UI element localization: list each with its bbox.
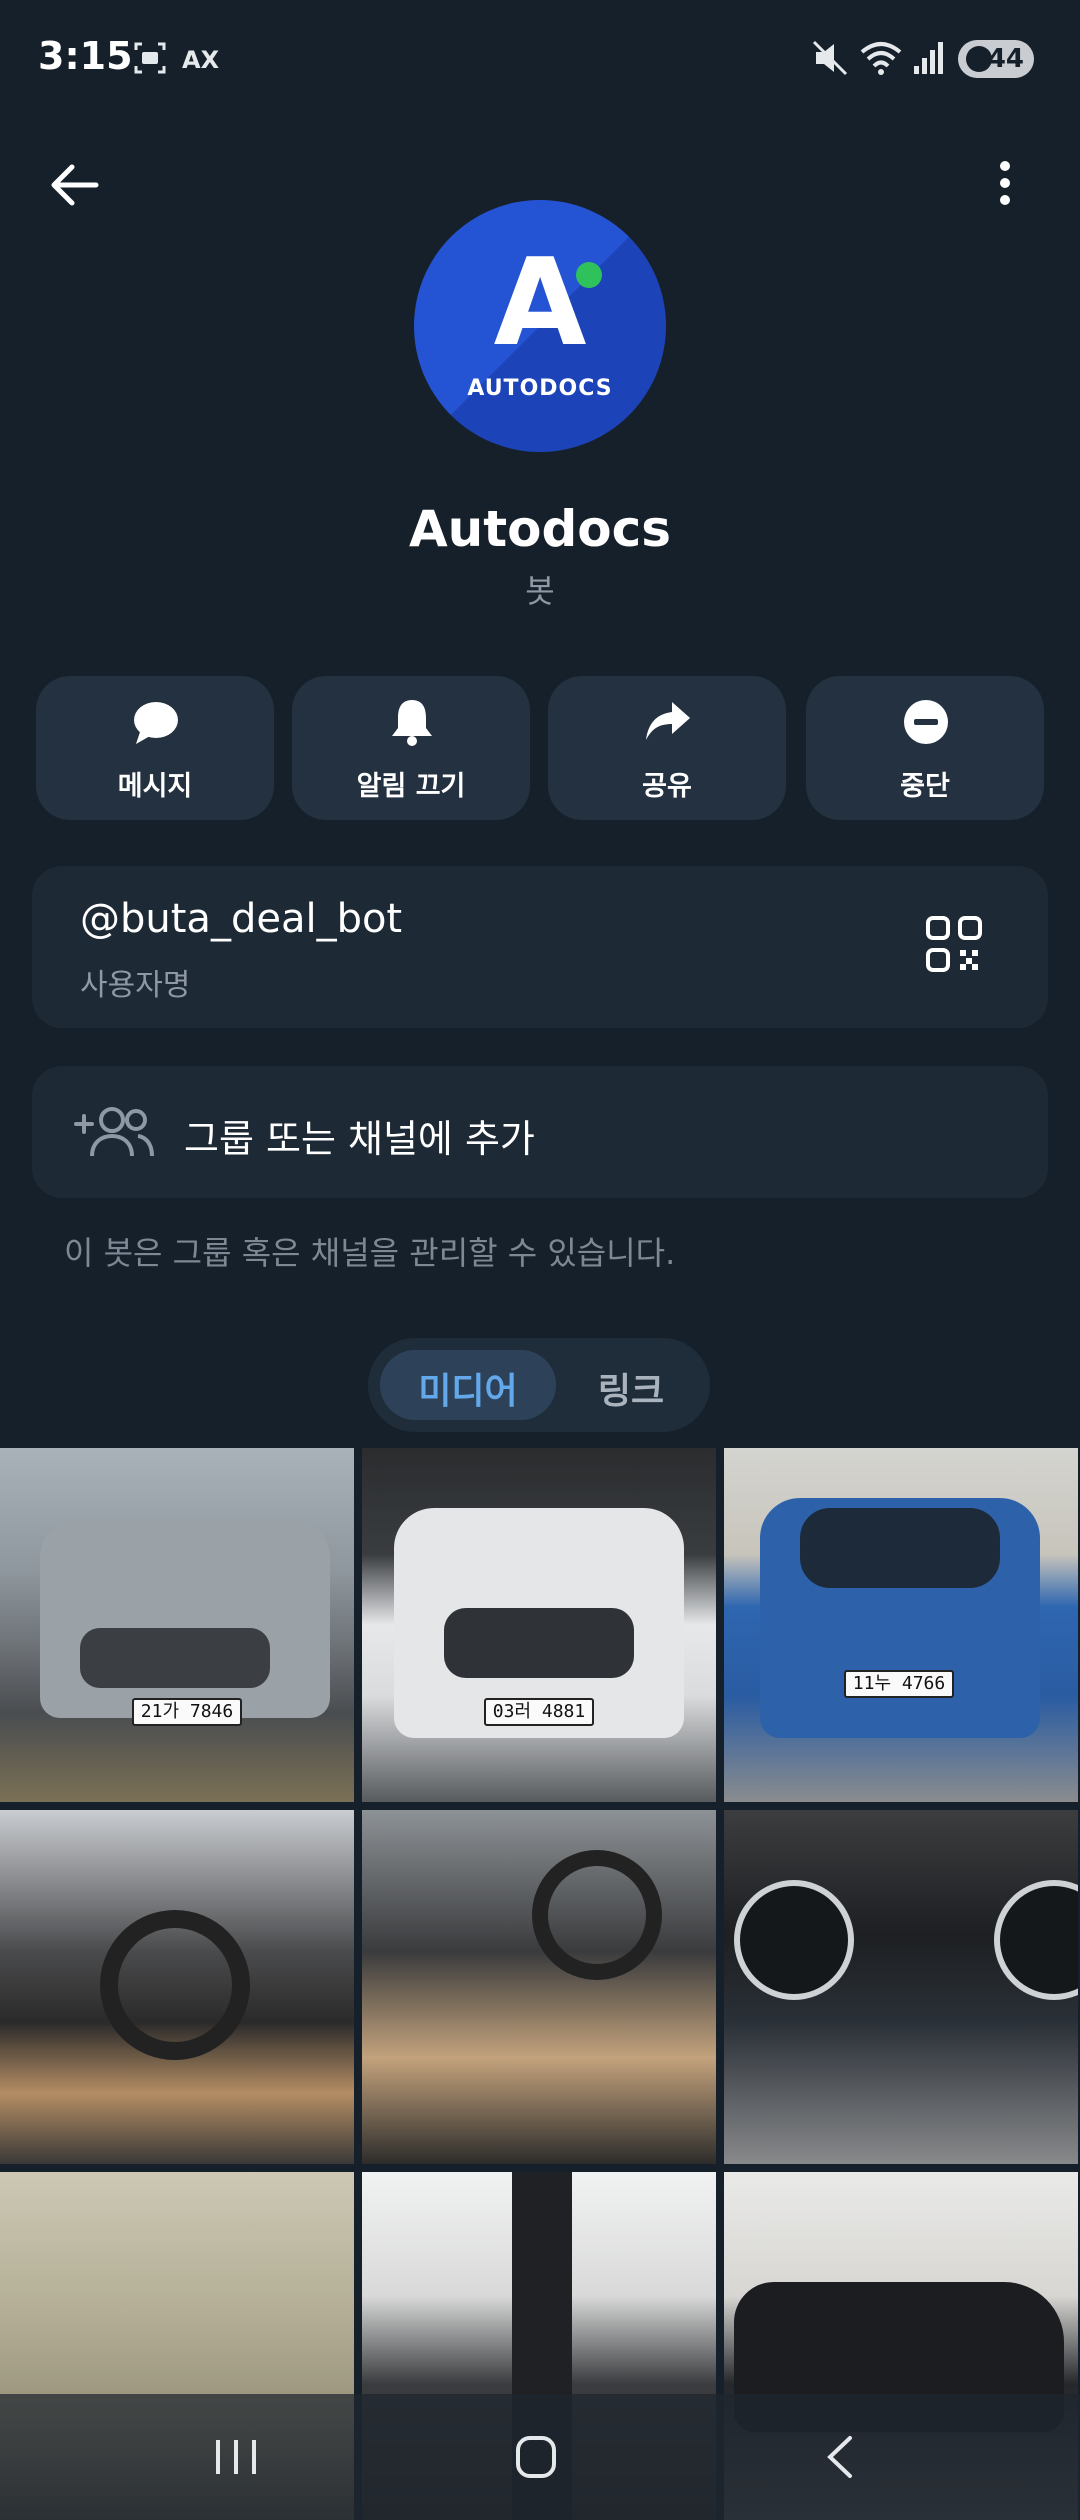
battery-level: 44 — [987, 44, 1024, 74]
gauge — [734, 1880, 854, 2000]
add-user-icon — [74, 1107, 154, 1157]
bot-profile-screen: 3:15 AX 44 A AUTODOCS Autodocs 봇 메시지 알림 … — [0, 0, 1080, 2520]
ax-indicator: AX — [182, 46, 220, 74]
online-dot — [576, 262, 602, 288]
battery-icon: 44 — [958, 40, 1034, 78]
signal-icon — [914, 42, 943, 74]
share-button[interactable]: 공유 — [548, 676, 786, 820]
steering-wheel — [100, 1910, 250, 2060]
system-nav-bar — [0, 2394, 1080, 2520]
media-tabs: 미디어 링크 — [368, 1338, 710, 1432]
share-icon — [646, 702, 690, 740]
username-value[interactable]: @buta_deal_bot — [80, 896, 402, 942]
media-thumbnail[interactable]: 11누 4766 — [724, 1448, 1078, 1802]
tab-links[interactable]: 링크 — [564, 1350, 698, 1420]
bell-icon — [392, 700, 432, 746]
media-grid: 21가 7846 03러 4881 11누 4766 — [0, 1448, 1080, 2520]
media-thumbnail[interactable] — [0, 1810, 354, 2164]
stop-label: 중단 — [900, 771, 950, 802]
back-icon[interactable] — [800, 2422, 880, 2492]
media-thumbnail[interactable]: 21가 7846 — [0, 1448, 354, 1802]
steering-wheel — [532, 1850, 662, 1980]
screenshot-icon — [134, 42, 166, 74]
back-arrow-icon[interactable] — [40, 150, 110, 220]
stop-icon — [904, 700, 948, 744]
username-card[interactable]: @buta_deal_bot 사용자명 — [32, 866, 1048, 1028]
message-icon — [134, 702, 178, 744]
message-button[interactable]: 메시지 — [36, 676, 274, 820]
license-plate: 11누 4766 — [844, 1670, 954, 1698]
username-label: 사용자명 — [80, 968, 191, 1003]
media-thumbnail[interactable]: 03러 4881 — [362, 1448, 716, 1802]
profile-type: 봇 — [525, 572, 555, 610]
stop-bot-button[interactable]: 중단 — [806, 676, 1044, 820]
home-icon[interactable] — [496, 2422, 576, 2492]
avatar-letter: A — [493, 234, 587, 373]
avatar[interactable]: A AUTODOCS — [414, 200, 666, 452]
message-label: 메시지 — [117, 771, 193, 802]
media-thumbnail[interactable] — [724, 1810, 1078, 2164]
car-shape — [40, 1518, 330, 1718]
mute-icon — [812, 40, 848, 76]
mute-label: 알림 끄기 — [356, 771, 466, 802]
share-label: 공유 — [642, 771, 692, 802]
battery-leaf-icon — [966, 46, 992, 72]
qr-code-icon[interactable] — [924, 914, 984, 974]
add-to-group-label: 그룹 또는 채널에 추가 — [184, 1117, 535, 1161]
recent-apps-icon[interactable] — [196, 2422, 276, 2492]
profile-name: Autodocs — [408, 500, 672, 558]
wifi-icon — [860, 42, 902, 75]
add-to-group-button[interactable]: 그룹 또는 채널에 추가 — [32, 1066, 1048, 1198]
bot-admin-hint: 이 봇은 그룹 혹은 채널을 관리할 수 있습니다. — [64, 1234, 676, 1272]
license-plate: 21가 7846 — [132, 1698, 242, 1726]
car-grille — [80, 1628, 270, 1688]
media-thumbnail[interactable] — [362, 1810, 716, 2164]
status-time: 3:15 — [38, 34, 133, 78]
car-windshield — [800, 1508, 1000, 1588]
gauge — [994, 1880, 1078, 2000]
avatar-brand: AUTODOCS — [467, 376, 613, 401]
status-bar: 3:15 AX 44 — [0, 0, 1080, 120]
mute-notifications-button[interactable]: 알림 끄기 — [292, 676, 530, 820]
tab-media[interactable]: 미디어 — [380, 1350, 556, 1420]
car-grille — [444, 1608, 634, 1678]
license-plate: 03러 4881 — [484, 1698, 594, 1726]
more-vert-icon[interactable] — [980, 150, 1030, 220]
action-buttons: 메시지 알림 끄기 공유 중단 — [36, 676, 1044, 820]
